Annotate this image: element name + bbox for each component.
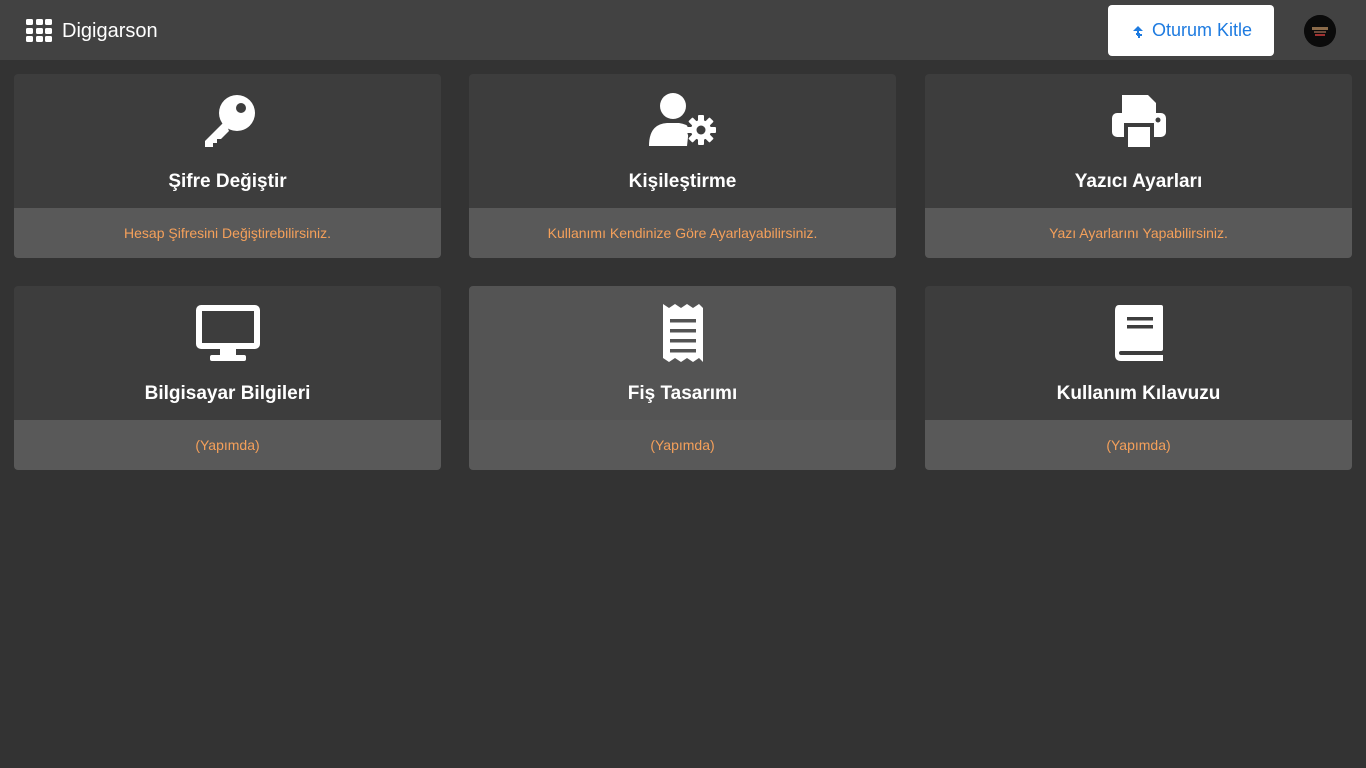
monitor-icon (195, 305, 260, 361)
app-name: Digigarson (62, 19, 158, 42)
card-receipt-design[interactable]: Fiş Tasarımı (Yapımda) (469, 286, 896, 470)
key-icon (204, 95, 255, 147)
card-subtitle: Yazı Ayarlarını Yapabilirsiniz. (925, 208, 1352, 258)
lock-arrow-icon (1132, 25, 1143, 38)
receipt-icon (662, 304, 703, 362)
card-user-manual[interactable]: Kullanım Kılavuzu (Yapımda) (925, 286, 1352, 470)
card-change-password[interactable]: Şifre Değiştir Hesap Şifresini Değiştire… (14, 74, 441, 258)
lock-session-button[interactable]: Oturum Kitle (1108, 5, 1274, 56)
card-subtitle: (Yapımda) (14, 420, 441, 470)
card-title: Şifre Değiştir (168, 171, 287, 192)
card-title: Fiş Tasarımı (627, 383, 738, 404)
card-subtitle: (Yapımda) (469, 420, 896, 470)
book-icon (1114, 305, 1163, 361)
card-title: Yazıcı Ayarları (1074, 171, 1203, 192)
top-bar: Digigarson Oturum Kitle (0, 0, 1366, 60)
card-title: Kişileştirme (628, 171, 737, 192)
card-title: Kullanım Kılavuzu (1056, 383, 1221, 404)
user-gear-icon (648, 93, 716, 146)
avatar-logo (1304, 15, 1336, 47)
avatar[interactable] (1304, 15, 1336, 47)
card-computer-info[interactable]: Bilgisayar Bilgileri (Yapımda) (14, 286, 441, 470)
card-printer-settings[interactable]: Yazıcı Ayarları Yazı Ayarlarını Yapabili… (925, 74, 1352, 258)
brand[interactable]: Digigarson (26, 19, 158, 43)
card-personalization[interactable]: Kişileştirme Kullanımı Kendinize Göre Ay… (469, 74, 896, 258)
card-subtitle: (Yapımda) (925, 420, 1352, 470)
card-title: Bilgisayar Bilgileri (144, 383, 311, 404)
apps-grid-icon[interactable] (26, 19, 52, 43)
printer-icon (1111, 95, 1166, 149)
card-subtitle: Kullanımı Kendinize Göre Ayarlayabilirsi… (469, 208, 896, 258)
lock-session-label: Oturum Kitle (1151, 20, 1253, 40)
card-subtitle: Hesap Şifresini Değiştirebilirsiniz. (14, 208, 441, 258)
